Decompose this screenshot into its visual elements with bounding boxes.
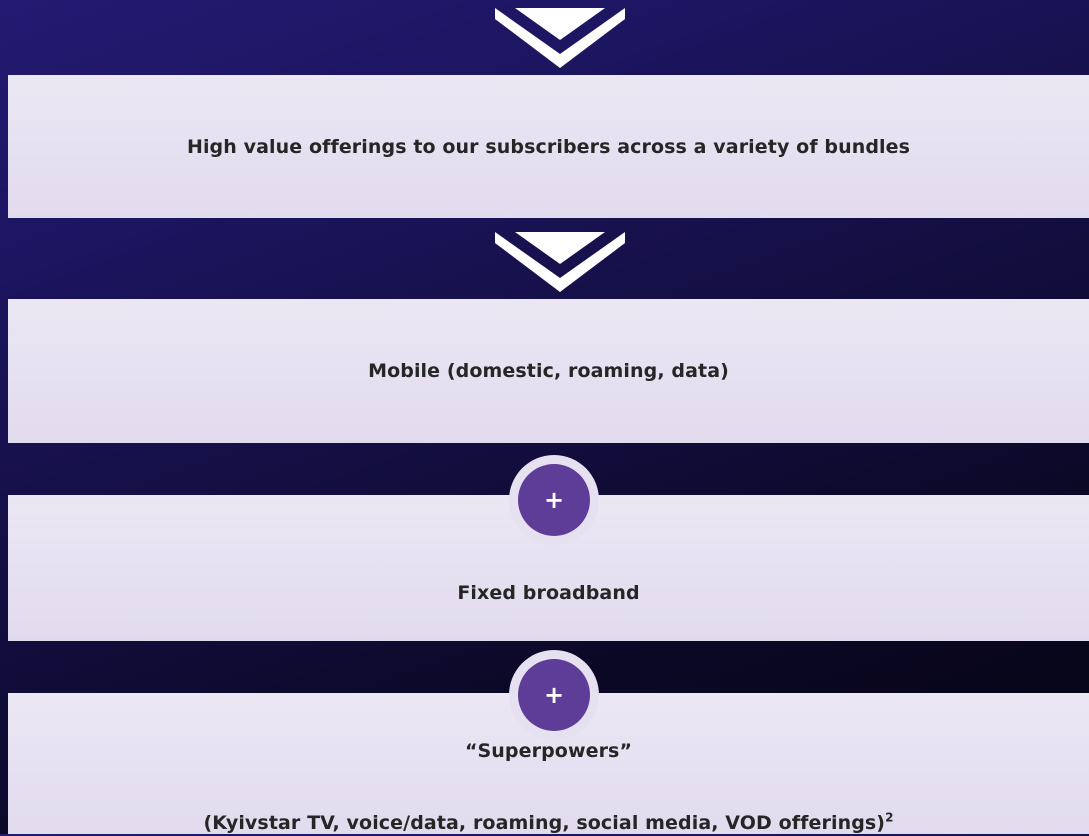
footnote-marker: 2 xyxy=(885,810,894,825)
chevron-down-icon xyxy=(495,8,625,68)
band-label: Fixed broadband xyxy=(457,582,640,604)
band-subtitle: (Kyivstar TV, voice/data, roaming, socia… xyxy=(203,810,893,836)
plus-badge: + xyxy=(509,650,599,740)
offerings-band: High value offerings to our subscribers … xyxy=(8,75,1089,218)
plus-icon: + xyxy=(518,464,590,536)
mobile-band: Mobile (domestic, roaming, data) xyxy=(8,299,1089,443)
plus-glyph: + xyxy=(543,681,565,709)
plus-icon: + xyxy=(518,659,590,731)
band-title: “Superpowers” xyxy=(464,739,633,762)
band-label: High value offerings to our subscribers … xyxy=(186,135,911,158)
plus-glyph: + xyxy=(543,486,565,514)
band-subtitle-text: (Kyivstar TV, voice/data, roaming, socia… xyxy=(203,811,886,834)
band-label: Mobile (domestic, roaming, data) xyxy=(368,360,729,382)
plus-badge: + xyxy=(509,455,599,545)
chevron-down-icon xyxy=(495,232,625,292)
